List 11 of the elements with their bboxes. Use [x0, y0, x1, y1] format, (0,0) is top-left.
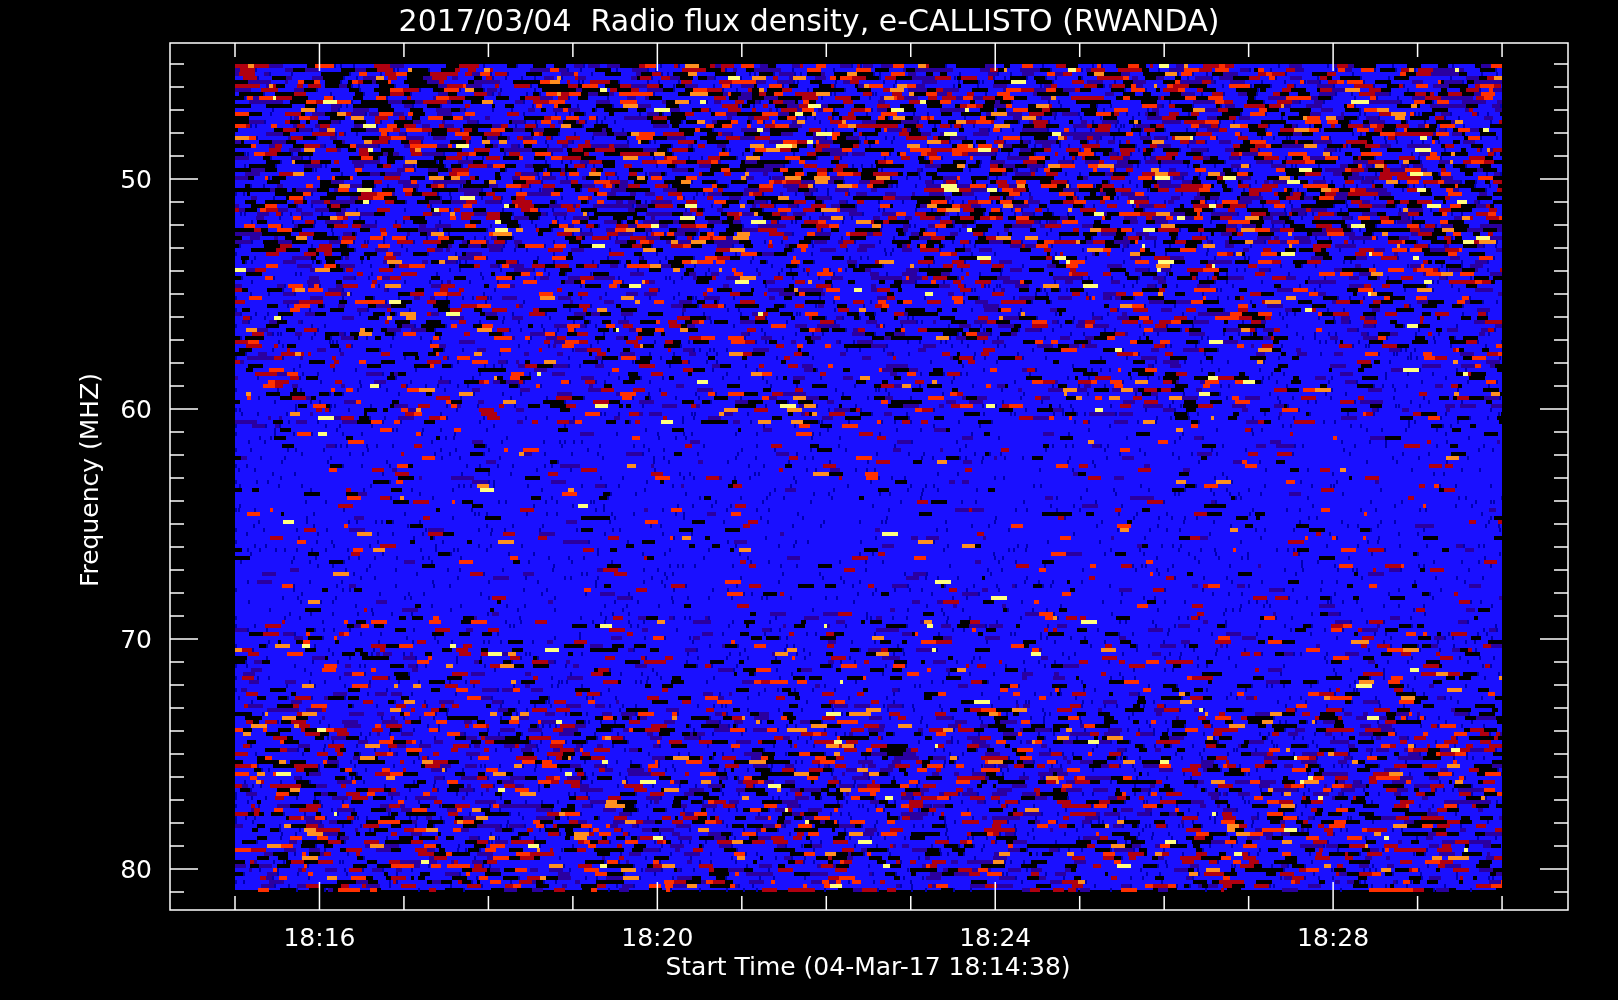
tick-label: 80 — [120, 855, 152, 884]
tick-label: 50 — [120, 165, 152, 194]
axis-label: Frequency (MHZ) — [75, 372, 104, 588]
tick-label: 70 — [120, 625, 152, 654]
tick-label: 60 — [120, 395, 152, 424]
chart-title: 2017/03/04 Radio flux density, e-CALLISTO (RWANDA) — [398, 3, 1220, 38]
axis-label: Start Time (04-Mar-17 18:14:38) — [665, 952, 1071, 981]
tick-label: 18:28 — [1297, 923, 1370, 952]
tick-label: 18:24 — [959, 923, 1032, 952]
tick-label: 18:20 — [621, 923, 694, 952]
tick-label: 18:16 — [283, 923, 356, 952]
